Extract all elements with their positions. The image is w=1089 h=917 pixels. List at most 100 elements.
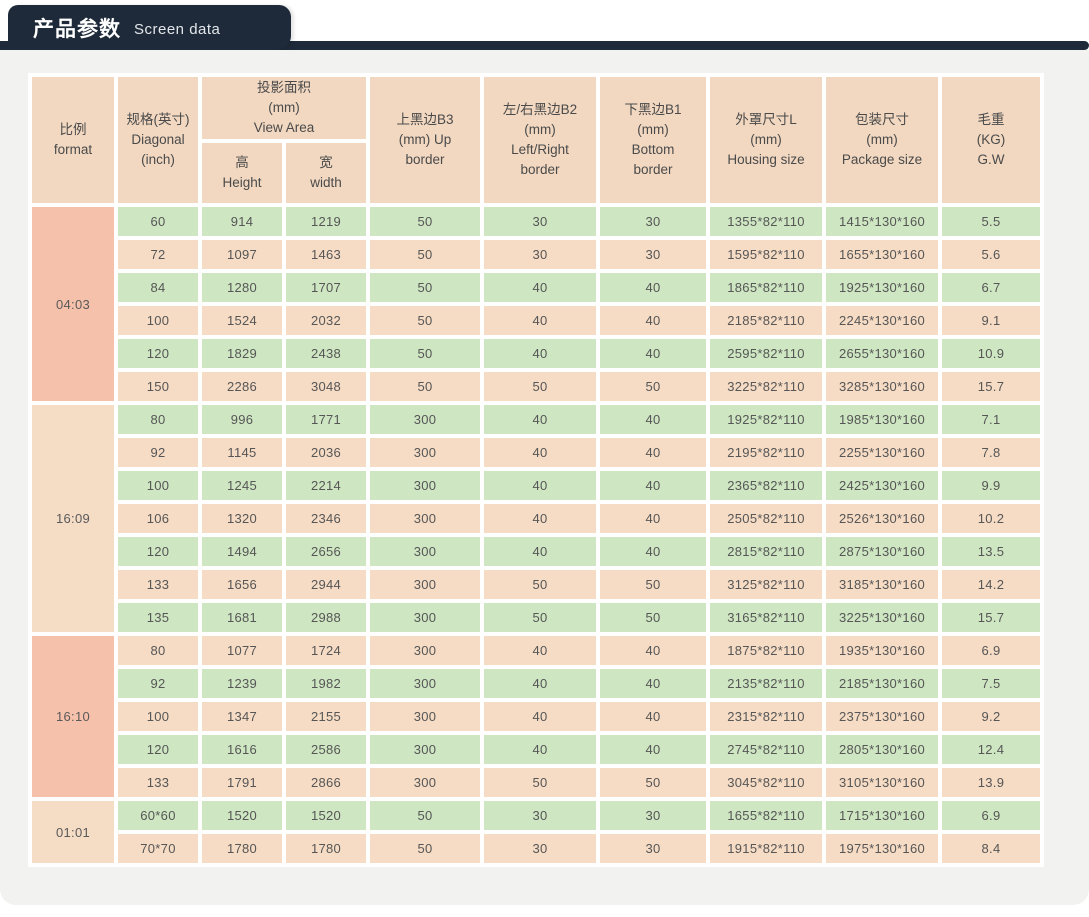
cell-gw: 7.8 [942,438,1040,467]
cell-b1: 50 [600,570,706,599]
col-header-view-area: 投影面积 (mm) View Area [202,77,366,139]
cell-b2: 40 [484,537,596,566]
table-row: 120 1494 2656 300 40 40 2815*82*110 2875*130*16… [32,537,1040,566]
cell-b3: 300 [370,438,480,467]
cell-b1: 30 [600,240,706,269]
cell-gw: 5.5 [942,207,1040,236]
cell-width: 2032 [286,306,366,335]
cell-diagonal: 100 [118,306,198,335]
cell-housing: 2745*82*110 [710,735,822,764]
cell-height: 914 [202,207,282,236]
screen-data-table: 比例 format 规格(英寸) Diagonal (inch) 投影面积 (m… [28,73,1044,867]
table-row: 04:03 60 914 1219 50 30 30 1355*82*110 1415*130*… [32,207,1040,401]
cell-width: 2656 [286,537,366,566]
cell-package: 2185*130*160 [826,669,938,698]
cell-b3: 50 [370,306,480,335]
cell-width: 2944 [286,570,366,599]
cell-gw: 5.6 [942,240,1040,269]
cell-housing: 1595*82*110 [710,240,822,269]
col-header-leftright-border: 左/右黑边B2 (mm) Left/Right border [484,77,596,203]
cell-width: 2866 [286,768,366,797]
page-title-zh: 产品参数 [33,17,121,41]
table-row: 133 1791 2866 300 50 50 3045*82*110 3105*130*16… [32,768,1040,797]
table-row: 84 1280 1707 50 40 40 1865*82*110 1925*130*160 6… [32,273,1040,302]
cell-diagonal: 100 [118,702,198,731]
table-row: 92 1239 1982 300 40 40 2135*82*110 2185*130*160… [32,669,1040,698]
content-panel: 比例 format 规格(英寸) Diagonal (inch) 投影面积 (m… [0,50,1089,905]
cell-b1: 50 [600,372,706,401]
cell-package: 3185*130*160 [826,570,938,599]
cell-diagonal: 60 [118,207,198,236]
cell-package: 1985*130*160 [826,405,938,434]
cell-b1: 40 [600,735,706,764]
table-row: 120 1616 2586 300 40 40 2745*82*110 2805*130*16… [32,735,1040,764]
table-row: 70*70 1780 1780 50 30 30 1915*82*110 1975*130*1… [32,834,1040,863]
cell-b1: 50 [600,768,706,797]
cell-housing: 2505*82*110 [710,504,822,533]
cell-b2: 40 [484,504,596,533]
col-header-width: 宽 width [286,143,366,203]
cell-b2: 50 [484,372,596,401]
cell-height: 1681 [202,603,282,632]
cell-height: 1791 [202,768,282,797]
cell-package: 1415*130*160 [826,207,938,236]
cell-housing: 2315*82*110 [710,702,822,731]
cell-b1: 40 [600,702,706,731]
cell-height: 1524 [202,306,282,335]
col-header-diagonal: 规格(英寸) Diagonal (inch) [118,77,198,203]
cell-b3: 300 [370,636,480,665]
cell-b2: 40 [484,702,596,731]
cell-diagonal: 92 [118,669,198,698]
cell-b3: 300 [370,405,480,434]
cell-height: 1320 [202,504,282,533]
page-title-en: Screen data [134,21,221,38]
cell-b3: 50 [370,273,480,302]
cell-b3: 300 [370,570,480,599]
cell-diagonal: 80 [118,405,198,434]
cell-b1: 40 [600,438,706,467]
cell-b2: 40 [484,669,596,698]
table-row: 100 1245 2214 300 40 40 2365*82*110 2425*130*16… [32,471,1040,500]
cell-height: 1829 [202,339,282,368]
cell-b3: 50 [370,240,480,269]
col-header-gross-weight: 毛重 (KG) G.W [942,77,1040,203]
cell-diagonal: 133 [118,768,198,797]
col-header-bottom-border: 下黑边B1 (mm) Bottom border [600,77,706,203]
table-row: 16:10 80 1077 1724 300 40 40 1875*82*110 1935*13… [32,636,1040,797]
cell-b1: 40 [600,471,706,500]
cell-b2: 40 [484,405,596,434]
format-group-cell: 01:01 [32,801,114,863]
cell-height: 1616 [202,735,282,764]
cell-width: 2438 [286,339,366,368]
cell-height: 1280 [202,273,282,302]
cell-housing: 3125*82*110 [710,570,822,599]
cell-b2: 30 [484,834,596,863]
cell-diagonal: 120 [118,735,198,764]
cell-b3: 300 [370,702,480,731]
cell-b1: 40 [600,405,706,434]
cell-diagonal: 70*70 [118,834,198,863]
cell-diagonal: 150 [118,372,198,401]
cell-b3: 50 [370,801,480,830]
cell-gw: 6.7 [942,273,1040,302]
cell-b2: 30 [484,801,596,830]
cell-housing: 2365*82*110 [710,471,822,500]
cell-diagonal: 60*60 [118,801,198,830]
table-row: 92 1145 2036 300 40 40 2195*82*110 2255*130*160… [32,438,1040,467]
col-header-package-size: 包装尺寸 (mm) Package size [826,77,938,203]
cell-gw: 6.9 [942,636,1040,665]
cell-height: 1656 [202,570,282,599]
table-row: 106 1320 2346 300 40 40 2505*82*110 2526*130*16… [32,504,1040,533]
cell-b1: 40 [600,669,706,698]
table-row: 72 1097 1463 50 30 30 1595*82*110 1655*130*160 5… [32,240,1040,269]
cell-diagonal: 133 [118,570,198,599]
cell-b3: 300 [370,504,480,533]
table-body: 04:03 60 914 1219 50 30 30 1355*82*110 1415*130*… [32,207,1040,863]
cell-b1: 40 [600,306,706,335]
format-group-cell: 16:09 [32,405,114,632]
cell-housing: 1355*82*110 [710,207,822,236]
cell-housing: 3165*82*110 [710,603,822,632]
table-row: 01:01 60*60 1520 1520 50 30 30 1655*82*110 1715*… [32,801,1040,863]
cell-gw: 12.4 [942,735,1040,764]
col-header-up-border: 上黑边B3 (mm) Up border [370,77,480,203]
